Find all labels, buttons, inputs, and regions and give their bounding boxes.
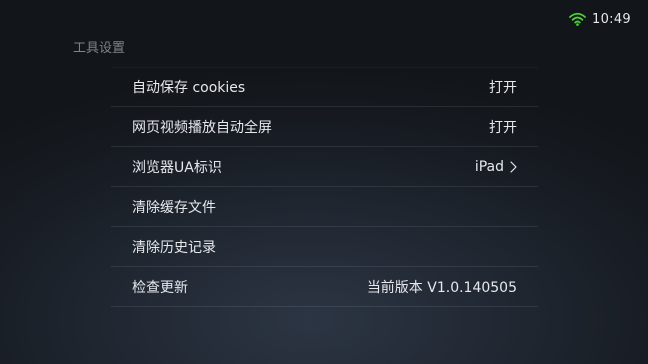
setting-value: 当前版本 V1.0.140505	[367, 277, 517, 297]
chevron-right-icon	[510, 160, 517, 173]
setting-row-browser-ua[interactable]: 浏览器UA标识 iPad	[111, 147, 538, 187]
setting-label: 清除缓存文件	[132, 199, 216, 216]
setting-label: 网页视频播放自动全屏	[132, 119, 272, 136]
setting-row-auto-save-cookies[interactable]: 自动保存 cookies 打开	[111, 67, 538, 107]
setting-label: 检查更新	[132, 279, 188, 296]
setting-value-text: iPad	[474, 158, 504, 175]
setting-value-text: 打开	[489, 119, 517, 136]
setting-row-clear-cache[interactable]: 清除缓存文件	[111, 187, 538, 227]
setting-row-video-autofullscreen[interactable]: 网页视频播放自动全屏 打开	[111, 107, 538, 147]
setting-value-text: 打开	[489, 80, 517, 96]
setting-row-check-update[interactable]: 检查更新 当前版本 V1.0.140505	[111, 267, 538, 307]
setting-value-text: 当前版本 V1.0.140505	[366, 279, 517, 296]
status-bar: 10:49	[569, 10, 631, 28]
settings-list: 自动保存 cookies 打开 网页视频播放自动全屏 打开 浏览器UA标识 iP…	[111, 67, 538, 307]
setting-label: 清除历史记录	[132, 239, 216, 256]
setting-row-clear-history[interactable]: 清除历史记录	[111, 227, 538, 267]
setting-label: 自动保存 cookies	[132, 80, 246, 96]
setting-value: 打开	[489, 77, 517, 97]
setting-label: 浏览器UA标识	[132, 159, 222, 176]
setting-value: iPad	[475, 159, 517, 175]
section-title: 工具设置	[73, 41, 126, 56]
clock: 10:49	[592, 11, 631, 27]
setting-value: 打开	[489, 117, 517, 137]
wifi-icon	[569, 12, 586, 26]
